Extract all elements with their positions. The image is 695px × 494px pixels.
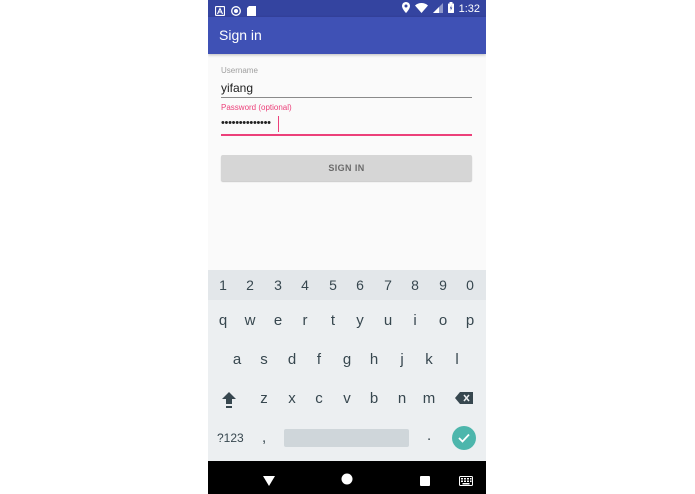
done-key[interactable] bbox=[452, 426, 476, 450]
phone-screen: 1:32 Sign in Username yifang Password (o… bbox=[208, 0, 486, 494]
key-8[interactable]: 8 bbox=[405, 277, 425, 293]
password-input[interactable]: •••••••••••••• bbox=[221, 117, 271, 129]
key-i[interactable]: i bbox=[404, 312, 426, 329]
backspace-icon bbox=[455, 392, 473, 404]
key-1[interactable]: 1 bbox=[213, 277, 233, 293]
keyboard-number-row: 1 2 3 4 5 6 7 8 9 0 bbox=[208, 270, 486, 300]
page-title: Sign in bbox=[219, 27, 262, 43]
key-6[interactable]: 6 bbox=[350, 277, 370, 293]
key-0[interactable]: 0 bbox=[460, 277, 480, 293]
app-bar: Sign in bbox=[208, 17, 486, 54]
key-b[interactable]: b bbox=[363, 390, 385, 407]
key-c[interactable]: c bbox=[308, 390, 330, 407]
checkmark-icon bbox=[458, 433, 470, 443]
navigation-bar bbox=[208, 461, 486, 494]
key-k[interactable]: k bbox=[418, 351, 440, 368]
key-f[interactable]: f bbox=[308, 351, 330, 368]
shift-icon bbox=[222, 392, 236, 408]
home-button[interactable] bbox=[341, 472, 353, 490]
home-circle-icon bbox=[341, 473, 353, 485]
key-e[interactable]: e bbox=[267, 312, 289, 329]
key-j[interactable]: j bbox=[391, 351, 413, 368]
key-5[interactable]: 5 bbox=[323, 277, 343, 293]
soft-keyboard: 1 2 3 4 5 6 7 8 9 0 q w e r t y u i o p bbox=[208, 270, 486, 461]
key-u[interactable]: u bbox=[377, 312, 399, 329]
symbols-key[interactable]: ?123 bbox=[217, 431, 244, 445]
recents-button[interactable] bbox=[420, 473, 430, 491]
password-label: Password (optional) bbox=[221, 103, 292, 112]
keyboard-icon bbox=[459, 476, 473, 486]
backspace-key[interactable] bbox=[455, 392, 473, 407]
page: 1:32 Sign in Username yifang Password (o… bbox=[0, 0, 695, 494]
shift-key[interactable] bbox=[221, 391, 237, 412]
password-underline bbox=[221, 134, 472, 136]
key-7[interactable]: 7 bbox=[378, 277, 398, 293]
key-x[interactable]: x bbox=[281, 390, 303, 407]
back-triangle-icon bbox=[263, 476, 275, 486]
keyboard-switch-button[interactable] bbox=[459, 473, 473, 491]
comma-key[interactable]: , bbox=[262, 429, 266, 446]
key-4[interactable]: 4 bbox=[295, 277, 315, 293]
key-w[interactable]: w bbox=[239, 312, 261, 329]
key-r[interactable]: r bbox=[294, 312, 316, 329]
key-o[interactable]: o bbox=[432, 312, 454, 329]
key-z[interactable]: z bbox=[253, 390, 275, 407]
key-9[interactable]: 9 bbox=[433, 277, 453, 293]
period-key[interactable]: . bbox=[427, 427, 431, 444]
sign-in-button[interactable]: SIGN IN bbox=[221, 155, 472, 181]
space-bar[interactable] bbox=[284, 429, 409, 447]
status-right-icons: 1:32 bbox=[401, 2, 480, 16]
signal-icon bbox=[432, 2, 443, 16]
recents-square-icon bbox=[420, 476, 430, 486]
location-icon bbox=[401, 2, 410, 16]
key-s[interactable]: s bbox=[253, 351, 275, 368]
key-t[interactable]: t bbox=[322, 312, 344, 329]
key-h[interactable]: h bbox=[363, 351, 385, 368]
key-y[interactable]: y bbox=[349, 312, 371, 329]
key-3[interactable]: 3 bbox=[268, 277, 288, 293]
battery-icon bbox=[447, 2, 454, 16]
key-n[interactable]: n bbox=[391, 390, 413, 407]
key-2[interactable]: 2 bbox=[240, 277, 260, 293]
key-a[interactable]: a bbox=[226, 351, 248, 368]
status-time: 1:32 bbox=[458, 3, 480, 15]
key-m[interactable]: m bbox=[418, 390, 440, 407]
username-underline bbox=[221, 97, 472, 98]
key-v[interactable]: v bbox=[336, 390, 358, 407]
key-q[interactable]: q bbox=[212, 312, 234, 329]
key-l[interactable]: l bbox=[446, 351, 468, 368]
text-cursor bbox=[278, 116, 279, 132]
back-button[interactable] bbox=[263, 473, 275, 491]
username-label: Username bbox=[221, 66, 258, 75]
username-input[interactable]: yifang bbox=[221, 81, 253, 95]
key-p[interactable]: p bbox=[459, 312, 481, 329]
key-d[interactable]: d bbox=[281, 351, 303, 368]
status-bar: 1:32 bbox=[208, 0, 486, 17]
key-g[interactable]: g bbox=[336, 351, 358, 368]
wifi-icon bbox=[414, 2, 428, 16]
